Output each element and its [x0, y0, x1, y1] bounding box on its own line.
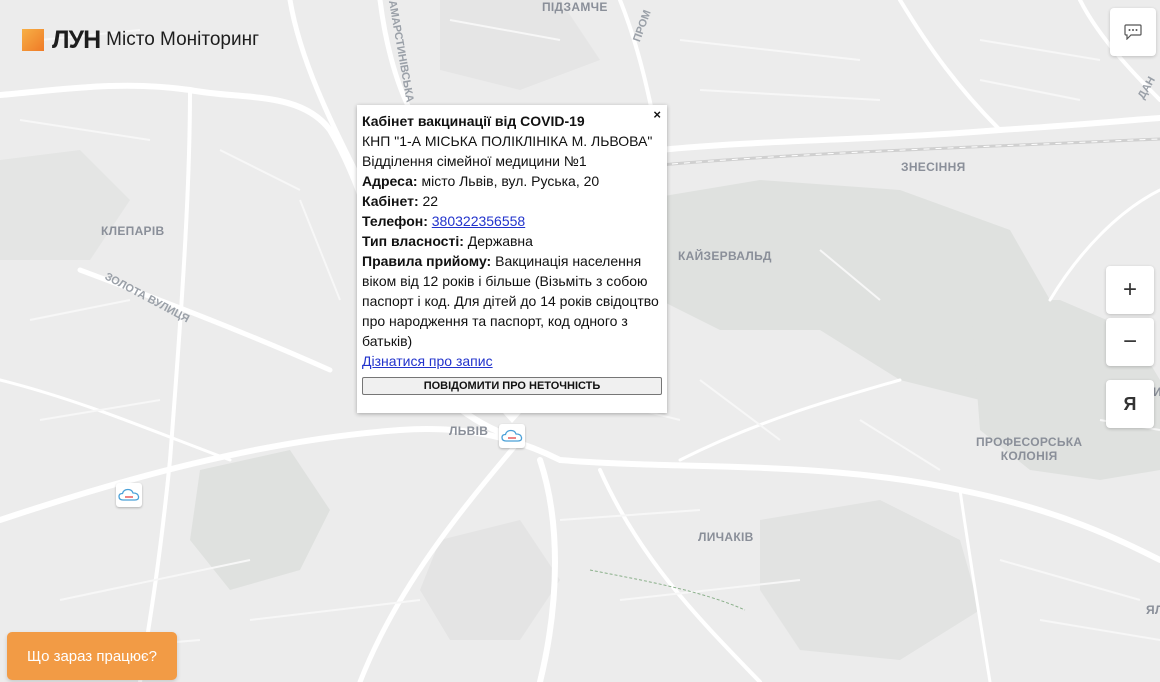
logo[interactable]: ЛУН Місто Моніторинг: [22, 27, 259, 53]
what-works-now-button[interactable]: Що зараз працює?: [7, 632, 177, 680]
popup-cabinet-value: 22: [422, 193, 439, 209]
logo-brand: ЛУН: [52, 26, 101, 54]
popup-address-row: Адреса: місто Львів, вул. Руська, 20: [362, 171, 662, 191]
district-label-lychakiv: ЛИЧАКІВ: [698, 530, 754, 544]
popup-cabinet-row: Кабінет: 22: [362, 191, 662, 211]
district-label-kaizervald: КАЙЗЕРВАЛЬД: [678, 249, 772, 263]
popup-phone-row: Телефон: 380322356558: [362, 211, 662, 231]
logo-square-icon: [22, 29, 44, 51]
district-label-lviv: ЛЬВІВ: [449, 424, 489, 438]
vaccination-marker[interactable]: [116, 483, 142, 507]
chat-button[interactable]: [1110, 8, 1156, 56]
popup-appointment-link[interactable]: Дізнатися про запис: [362, 353, 493, 369]
map-app: ПІДЗАМЧЕ ЗНЕСІННЯ КЛЕПАРІВ КАЙЗЕРВАЛЬД Л…: [0, 0, 1160, 682]
info-popup: × Кабінет вакцинації від COVID-19 КНП "1…: [357, 105, 667, 413]
health-cloud-icon: [118, 488, 140, 501]
popup-close-button[interactable]: ×: [653, 105, 661, 125]
district-label-pidzamche: ПІДЗАМЧЕ: [542, 0, 608, 14]
popup-ownership-row: Тип власності: Державна: [362, 231, 662, 251]
popup-address-value: місто Львів, вул. Руська, 20: [421, 173, 600, 189]
district-label-znesinnia: ЗНЕСІННЯ: [901, 160, 966, 174]
popup-ownership-label: Тип власності:: [362, 233, 464, 249]
health-cloud-icon: [501, 429, 523, 442]
zoom-in-button[interactable]: +: [1106, 266, 1154, 314]
popup-tip: [503, 413, 521, 423]
popup-ownership-value: Державна: [467, 233, 533, 249]
popup-phone-label: Телефон:: [362, 213, 428, 229]
popup-organization: КНП "1-А МІСЬКА ПОЛІКЛІНІКА М. ЛЬВОВА": [362, 133, 653, 149]
district-label-profesorska-line2: КОЛОНІЯ: [1000, 449, 1058, 463]
report-inaccuracy-button[interactable]: ПОВІДОМИТИ ПРО НЕТОЧНІСТЬ: [362, 377, 662, 395]
popup-rules-label: Правила прийому:: [362, 253, 492, 269]
yandex-logo-button[interactable]: Я: [1106, 380, 1154, 428]
chat-bubble-icon: [1124, 24, 1142, 40]
popup-title: Кабінет вакцинації від COVID-19: [362, 113, 585, 129]
district-label-klepariv: КЛЕПАРІВ: [101, 224, 165, 238]
zoom-out-button[interactable]: −: [1106, 318, 1154, 366]
popup-cabinet-label: Кабінет:: [362, 193, 419, 209]
district-label-profesorska-line1: ПРОФЕСОРСЬКА: [976, 435, 1083, 449]
edge-label-right-mid: И: [1153, 385, 1160, 399]
vaccination-marker[interactable]: [499, 424, 525, 448]
popup-department: Відділення сімейної медицини №1: [362, 153, 587, 169]
popup-phone-link[interactable]: 380322356558: [432, 213, 525, 229]
edge-label-right-bottom: ЯЛ: [1146, 603, 1160, 617]
district-label-profesorska: ПРОФЕСОРСЬКА КОЛОНІЯ: [976, 435, 1082, 463]
popup-rules-row: Правила прийому: Вакцинація населення ві…: [362, 251, 662, 351]
popup-address-label: Адреса:: [362, 173, 418, 189]
app-title: Місто Моніторинг: [106, 29, 260, 50]
